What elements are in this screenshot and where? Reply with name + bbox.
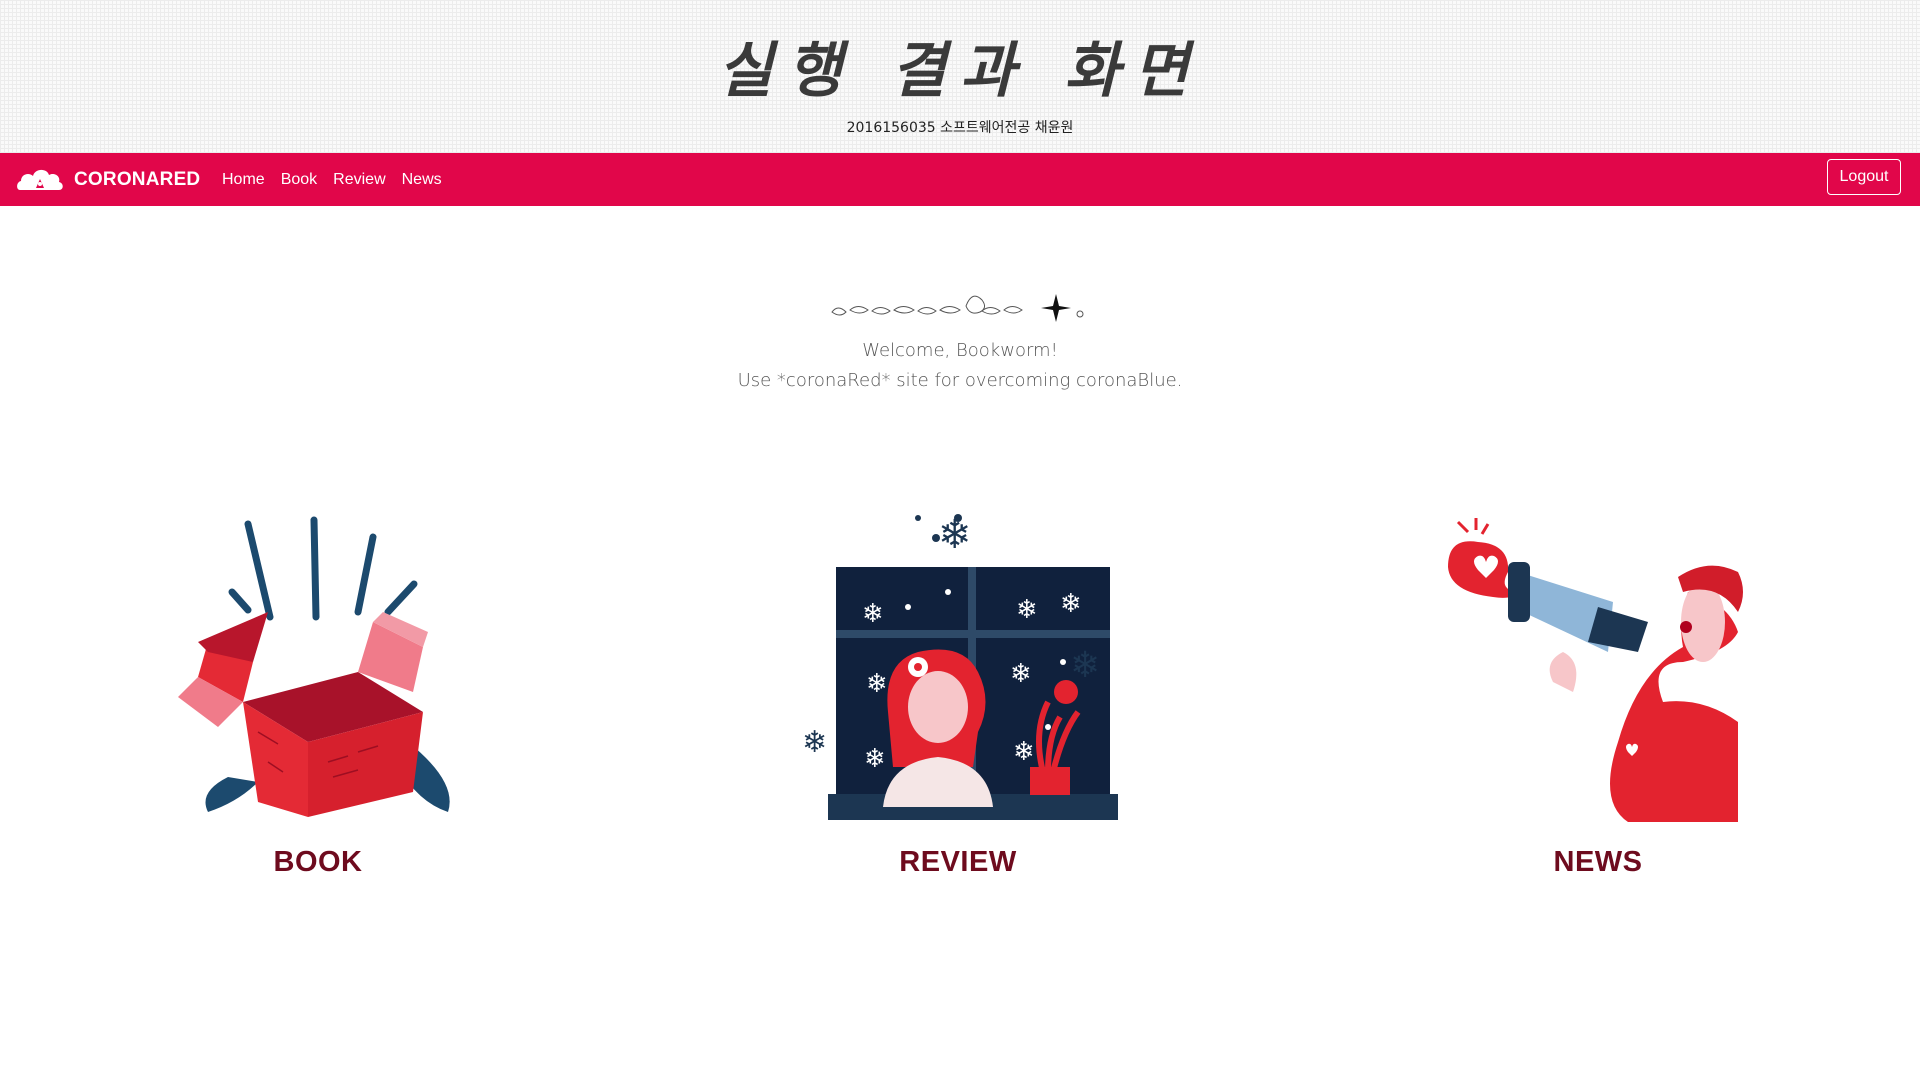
nav-book[interactable]: Book (281, 171, 317, 189)
girl-at-snowy-window-illustration: ❄ ❄ ❄ ❄ ❄ ❄ ❄ ❄ ❄ ❄ (802, 512, 1118, 820)
brand-link[interactable]: CORONARED (16, 163, 200, 197)
banner-subtitle: 2016156035 소프트웨어전공 채윤원 (846, 120, 1074, 136)
woman-with-megaphone-illustration (1448, 518, 1743, 822)
svg-text:❄: ❄ (802, 725, 827, 760)
svg-text:❄: ❄ (938, 512, 972, 558)
review-card[interactable]: ❄ ❄ ❄ ❄ ❄ ❄ ❄ ❄ ❄ ❄ REVIEW (798, 512, 1118, 892)
svg-text:❄: ❄ (1010, 659, 1032, 689)
svg-text:❄: ❄ (864, 744, 886, 774)
welcome-text: Welcome, Bookworm! Use *coronaRed* site … (0, 336, 1920, 396)
news-card-label: NEWS (1553, 846, 1643, 878)
svg-text:❄: ❄ (866, 669, 888, 699)
banner-title: 실행 결과 화면 (717, 36, 1203, 106)
brand-name: CORONARED (74, 169, 201, 190)
book-card-label: BOOK (273, 846, 363, 878)
welcome-subline: Use *coronaRed* site for overcoming coro… (737, 370, 1183, 391)
navbar: CORONARED Home Book Review News Logout (0, 153, 1920, 206)
cloud-logo-icon (17, 169, 63, 190)
review-card-label: REVIEW (899, 846, 1017, 878)
logout-button[interactable]: Logout (1827, 159, 1901, 195)
nav-home[interactable]: Home (222, 171, 265, 189)
nav-review[interactable]: Review (333, 171, 385, 189)
news-card[interactable]: NEWS (1438, 512, 1758, 892)
nav-news[interactable]: News (402, 171, 442, 189)
nav-links: Home Book Review News (222, 153, 458, 206)
svg-text:❄: ❄ (1013, 737, 1035, 767)
svg-text:❄: ❄ (1060, 589, 1082, 619)
svg-text:❄: ❄ (1016, 595, 1038, 625)
open-gift-box-illustration (178, 516, 450, 817)
banner: 실행 결과 화면 2016156035 소프트웨어전공 채윤원 (0, 0, 1920, 153)
book-card[interactable]: BOOK (158, 512, 478, 892)
welcome-line: Welcome, Bookworm! (862, 340, 1058, 361)
doodle-ornament (831, 294, 1084, 322)
svg-text:❄: ❄ (862, 599, 884, 629)
svg-text:❄: ❄ (1070, 645, 1100, 686)
